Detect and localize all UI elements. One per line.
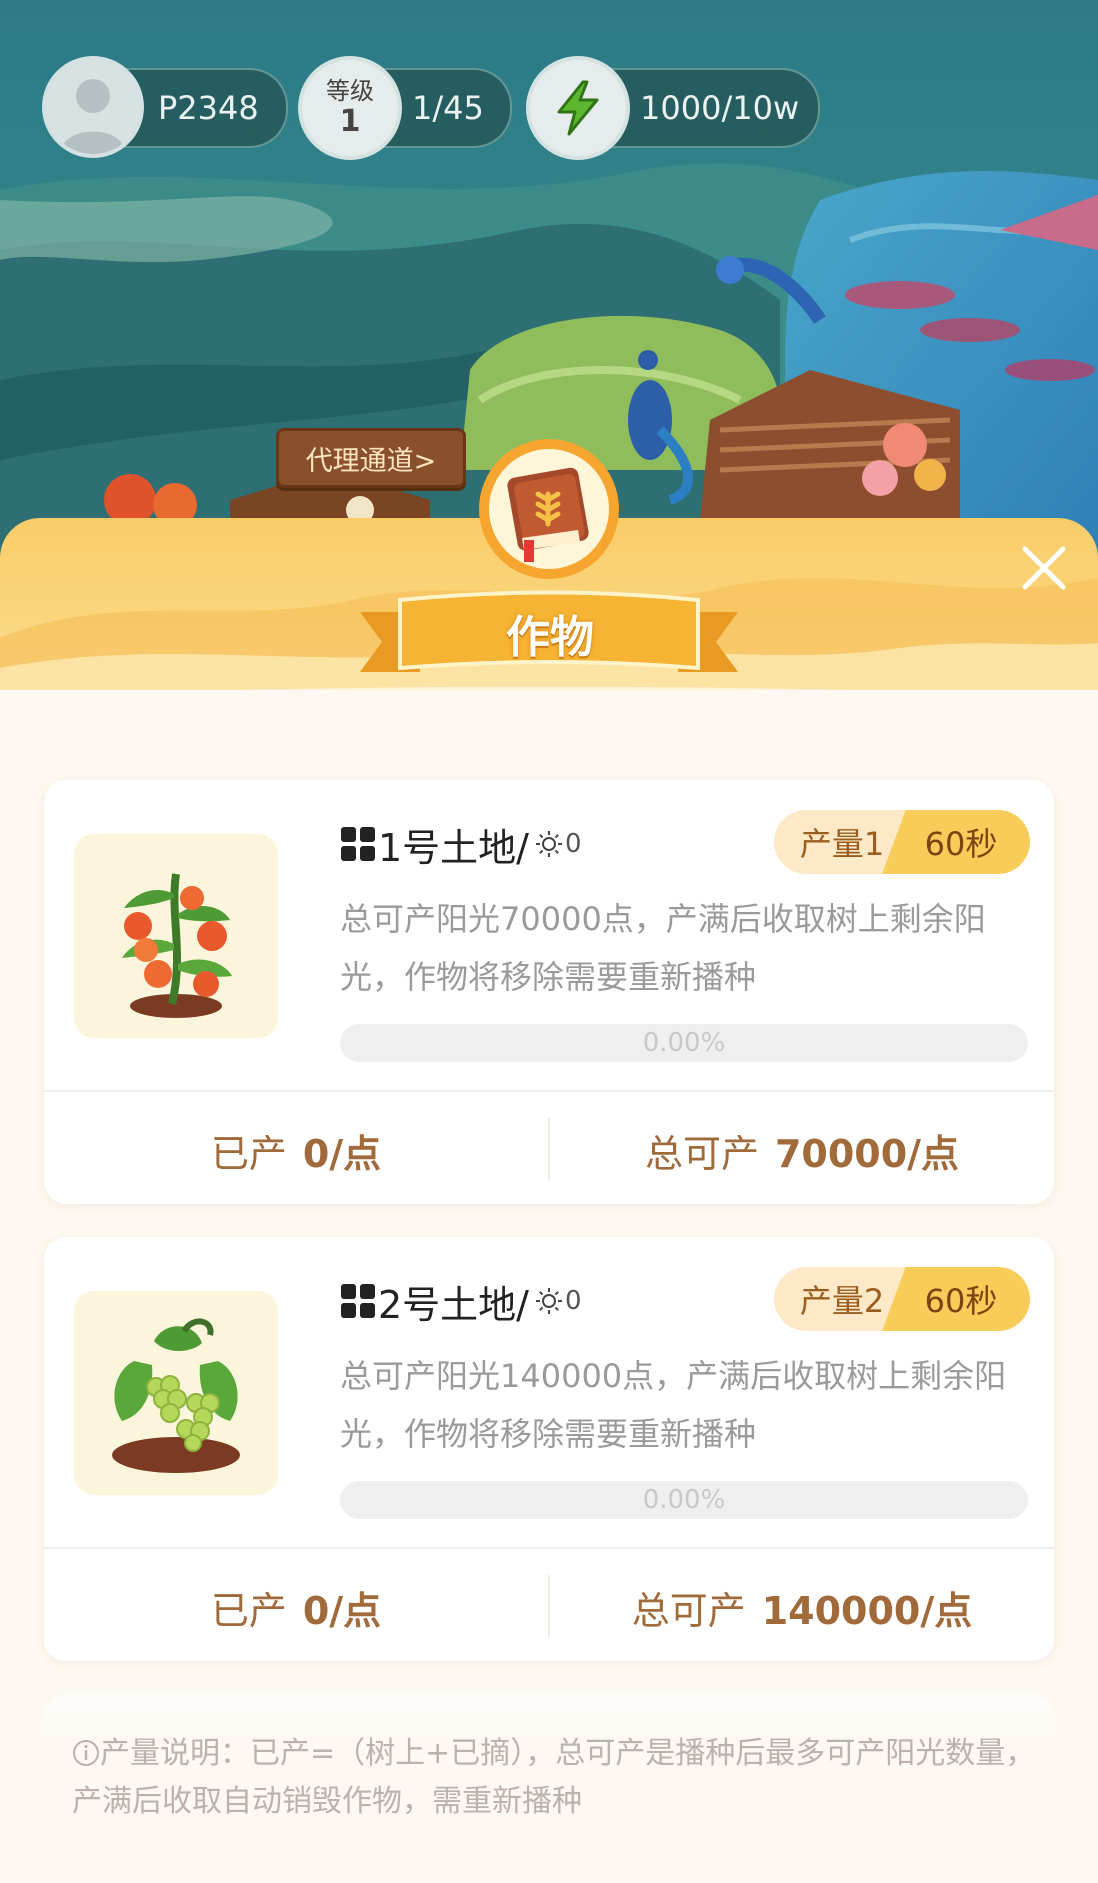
- level-label: 等级: [326, 77, 374, 105]
- crop-book-icon: [478, 438, 620, 580]
- plot-description: 总可产阳光70000点，产满后收取树上剩余阳光，作物将移除需要重新播种: [340, 900, 986, 996]
- produced-value: 0/点: [302, 1588, 382, 1633]
- sun-icon: [535, 831, 562, 857]
- sun-count: 0: [564, 829, 582, 859]
- plot-card[interactable]: 2号土地/ 0 产量2 60秒 总可产阳光140000点，产满后收取树上剩余阳光…: [44, 1237, 1054, 1661]
- produced-stat: 已产 0/点: [44, 1096, 548, 1204]
- grid-icon: [341, 827, 375, 861]
- level-progress: 1/45: [412, 89, 484, 127]
- total-stat: 总可产 140000/点: [550, 1553, 1054, 1661]
- time-label: 60秒: [882, 810, 1030, 874]
- sun-icon: [535, 1288, 562, 1314]
- default-avatar-icon: [60, 79, 126, 154]
- plot-card[interactable]: 1号土地/ 0 产量1 60秒 总可产阳光70000点，产满后收取树上剩余阳光，…: [44, 780, 1054, 1204]
- grape-vine-icon: [74, 1291, 278, 1495]
- plot-name: 2号土地/: [378, 1282, 529, 1327]
- grid-icon: [341, 1284, 375, 1318]
- level-badge: 等级 1: [298, 56, 402, 160]
- progress-bar: 0.00%: [340, 1481, 1028, 1519]
- agent-channel-button[interactable]: 代理通道>: [276, 428, 466, 488]
- yield-explanation: 产量说明：已产=（树上+已摘），总可产是播种后最多可产阳光数量，产满后收取自动销…: [72, 1730, 1062, 1826]
- lightning-icon: [557, 80, 599, 136]
- produced-value: 0/点: [302, 1131, 382, 1176]
- total-value: 70000/点: [774, 1131, 960, 1176]
- plot-title: 1号土地/ 0: [340, 814, 582, 874]
- close-icon: [1022, 546, 1066, 590]
- yield-tag: 产量2 60秒: [774, 1267, 1030, 1331]
- divider: [44, 1547, 1054, 1549]
- energy-value: 1000/10w: [640, 89, 800, 127]
- modal-title: 作物: [506, 612, 594, 663]
- plot-description: 总可产阳光140000点，产满后收取树上剩余阳光，作物将移除需要重新播种: [340, 1357, 1007, 1453]
- sun-count: 0: [564, 1286, 582, 1316]
- user-id: P2348: [158, 89, 259, 127]
- divider: [44, 1090, 1054, 1092]
- progress-text: 0.00%: [642, 1028, 726, 1058]
- plot-name: 1号土地/: [378, 825, 529, 870]
- close-button[interactable]: [1016, 540, 1072, 596]
- total-label: 总可产: [631, 1588, 746, 1633]
- total-value: 140000/点: [761, 1588, 973, 1633]
- energy-badge: [526, 56, 630, 160]
- produced-label: 已产: [210, 1588, 287, 1633]
- produced-stat: 已产 0/点: [44, 1553, 548, 1661]
- total-stat: 总可产 70000/点: [550, 1096, 1054, 1204]
- total-label: 总可产: [644, 1131, 759, 1176]
- avatar[interactable]: [42, 56, 144, 158]
- progress-text: 0.00%: [642, 1485, 726, 1515]
- yield-tag: 产量1 60秒: [774, 810, 1030, 874]
- produced-label: 已产: [210, 1131, 287, 1176]
- time-label: 60秒: [882, 1267, 1030, 1331]
- level-value: 1: [339, 104, 361, 139]
- info-icon: [73, 1740, 99, 1766]
- footnote-text: 产量说明：已产=（树上+已摘），总可产是播种后最多可产阳光数量，产满后收取自动销…: [72, 1736, 1036, 1819]
- progress-bar: 0.00%: [340, 1024, 1028, 1062]
- tomato-plant-icon: [74, 834, 278, 1038]
- plot-title: 2号土地/ 0: [340, 1271, 582, 1331]
